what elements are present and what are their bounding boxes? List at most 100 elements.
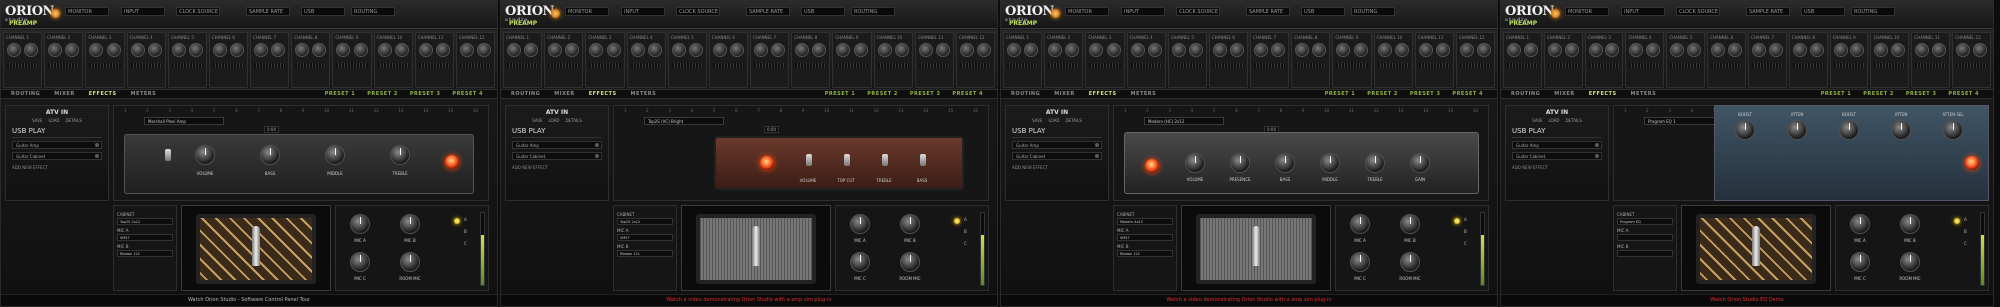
gain-knob[interactable] xyxy=(1588,43,1603,57)
mic-level-knob[interactable] xyxy=(400,252,420,272)
microphone-icon[interactable] xyxy=(1752,226,1760,266)
gain-knob[interactable] xyxy=(1547,43,1562,57)
trim-knob[interactable] xyxy=(1188,43,1203,57)
amp-switch-bass[interactable] xyxy=(920,154,926,166)
amp-knob-middle[interactable] xyxy=(325,145,345,165)
trim-knob[interactable] xyxy=(188,43,203,57)
trim-knob[interactable] xyxy=(394,43,409,57)
device-preset-select[interactable]: Modern (HC) 2x12 xyxy=(1144,117,1224,125)
gain-knob[interactable] xyxy=(1007,43,1021,57)
trim-knob[interactable] xyxy=(1972,43,1987,57)
trim-knob[interactable] xyxy=(1065,43,1080,57)
output-fader[interactable] xyxy=(480,212,485,286)
preamp-tab[interactable]: PREAMP xyxy=(509,20,537,27)
mic-select[interactable]: Ribbon 121 xyxy=(1117,250,1173,257)
tab-meters[interactable]: METERS xyxy=(631,90,657,98)
trim-knob[interactable] xyxy=(1106,43,1121,57)
gain-knob[interactable] xyxy=(795,43,810,57)
trim-knob[interactable] xyxy=(894,43,909,57)
trim-knob[interactable] xyxy=(1891,43,1906,57)
trim-knob[interactable] xyxy=(230,43,245,57)
gain-knob[interactable] xyxy=(507,43,521,57)
sidebar-details-button[interactable]: DETAILS xyxy=(1565,118,1581,123)
sidebar-load-button[interactable]: LOAD xyxy=(48,118,59,123)
microphone-icon[interactable] xyxy=(1252,226,1260,266)
trim-knob[interactable] xyxy=(606,43,621,57)
mic-option-a[interactable]: A xyxy=(1964,217,1967,222)
gain-knob[interactable] xyxy=(1792,43,1807,57)
gain-knob[interactable] xyxy=(1295,43,1310,57)
mic-level-knob[interactable] xyxy=(1400,252,1420,272)
gain-knob[interactable] xyxy=(171,43,186,57)
device-preset-select[interactable]: Program EQ 1 xyxy=(1644,117,1724,125)
preset-tab-4[interactable]: PRESET 4 xyxy=(952,90,983,98)
effect-slot[interactable]: Guitar Amp xyxy=(12,141,102,149)
sidebar-save-button[interactable]: SAVE xyxy=(532,118,542,123)
mic-select[interactable]: SM57 xyxy=(117,234,173,241)
device-preset-select[interactable]: Marshall Plexi Amp xyxy=(144,117,224,125)
trim-knob[interactable] xyxy=(730,43,745,57)
gain-knob[interactable] xyxy=(1212,43,1227,57)
preset-tab-3[interactable]: PRESET 3 xyxy=(1410,90,1441,98)
effect-slot[interactable]: Guitar Amp xyxy=(1012,141,1102,149)
sidebar-details-button[interactable]: DETAILS xyxy=(565,118,581,123)
trim-knob[interactable] xyxy=(1687,43,1702,57)
trim-knob[interactable] xyxy=(312,43,327,57)
microphone-icon[interactable] xyxy=(252,226,260,266)
preset-tab-1[interactable]: PRESET 1 xyxy=(325,90,356,98)
top-field[interactable]: CLOCK SOURCE xyxy=(1176,7,1220,16)
power-button[interactable] xyxy=(51,9,60,18)
trim-knob[interactable] xyxy=(271,43,286,57)
eq-knob-atten-sel[interactable] xyxy=(1943,120,1963,140)
gain-knob[interactable] xyxy=(1629,43,1644,57)
trim-knob[interactable] xyxy=(812,43,827,57)
preset-tab-1[interactable]: PRESET 1 xyxy=(825,90,856,98)
trim-knob[interactable] xyxy=(24,43,39,57)
mic-option-b[interactable]: B xyxy=(1464,229,1467,234)
gain-knob[interactable] xyxy=(1336,43,1351,57)
cabinet-select[interactable]: Program EQ xyxy=(1617,218,1673,225)
bright-toggle[interactable] xyxy=(165,149,171,161)
top-field[interactable]: SAMPLE RATE xyxy=(1746,7,1790,16)
top-field[interactable]: SAMPLE RATE xyxy=(246,7,290,16)
tab-mixer[interactable]: MIXER xyxy=(1054,90,1074,98)
tab-effects[interactable]: EFFECTS xyxy=(1089,90,1117,98)
trim-knob[interactable] xyxy=(1353,43,1368,57)
preset-tab-1[interactable]: PRESET 1 xyxy=(1325,90,1356,98)
trim-knob[interactable] xyxy=(935,43,950,57)
gain-knob[interactable] xyxy=(1833,43,1848,57)
top-field[interactable]: SAMPLE RATE xyxy=(746,7,790,16)
preset-tab-3[interactable]: PRESET 3 xyxy=(410,90,441,98)
trim-knob[interactable] xyxy=(977,43,992,57)
video-link[interactable]: Watch a video demonstrating Orion Studio… xyxy=(501,294,997,306)
trim-knob[interactable] xyxy=(853,43,868,57)
preset-tab-2[interactable]: PRESET 2 xyxy=(1367,90,1398,98)
trim-knob[interactable] xyxy=(353,43,368,57)
trim-knob[interactable] xyxy=(1646,43,1661,57)
microphone-icon[interactable] xyxy=(752,226,760,266)
gain-knob[interactable] xyxy=(1874,43,1889,57)
trim-knob[interactable] xyxy=(1605,43,1620,57)
preamp-tab[interactable]: PREAMP xyxy=(1509,20,1537,27)
trim-knob[interactable] xyxy=(435,43,450,57)
amp-knob-bass[interactable] xyxy=(1275,153,1295,173)
mic-level-knob[interactable] xyxy=(900,214,920,234)
cabinet-select[interactable]: Modern 4x12 xyxy=(1117,218,1173,225)
mic-level-knob[interactable] xyxy=(1900,214,1920,234)
tab-mixer[interactable]: MIXER xyxy=(554,90,574,98)
gain-knob[interactable] xyxy=(1507,43,1521,57)
top-field[interactable]: CLOCK SOURCE xyxy=(176,7,220,16)
trim-knob[interactable] xyxy=(1024,43,1039,57)
gain-knob[interactable] xyxy=(377,43,392,57)
gain-knob[interactable] xyxy=(1670,43,1685,57)
gain-knob[interactable] xyxy=(548,43,563,57)
trim-knob[interactable] xyxy=(771,43,786,57)
mic-select[interactable] xyxy=(1617,250,1673,257)
gain-knob[interactable] xyxy=(589,43,604,57)
mic-option-b[interactable]: B xyxy=(464,229,467,234)
preset-tab-4[interactable]: PRESET 4 xyxy=(452,90,483,98)
mic-level-knob[interactable] xyxy=(1850,214,1870,234)
tab-mixer[interactable]: MIXER xyxy=(54,90,74,98)
add-effect-button[interactable]: ADD NEW EFFECT xyxy=(1012,165,1102,170)
gain-knob[interactable] xyxy=(959,43,974,57)
